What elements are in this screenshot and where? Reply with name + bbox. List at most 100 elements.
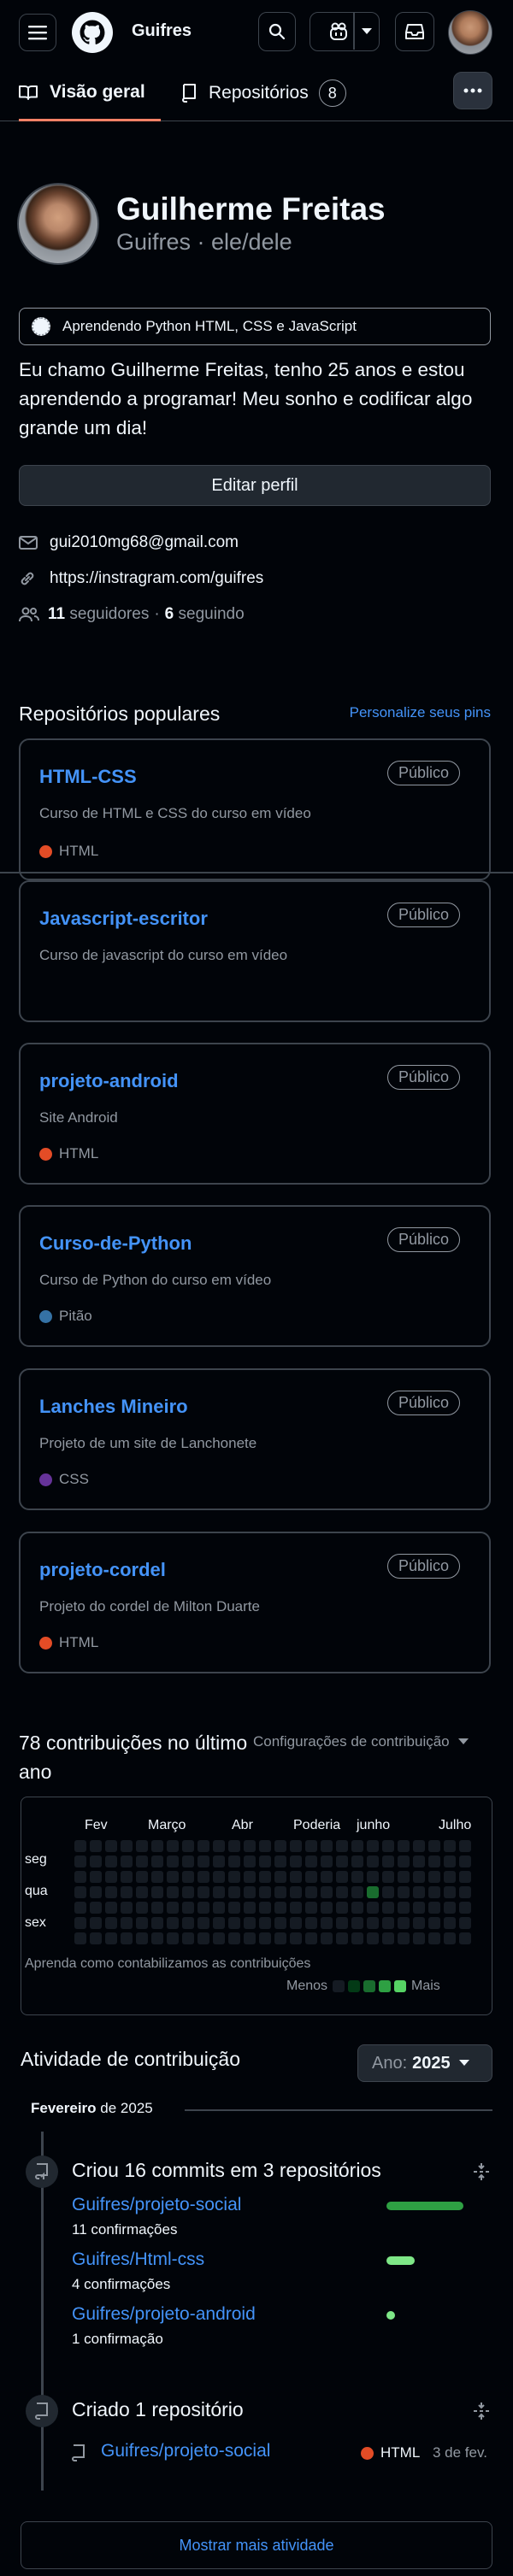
contribution-cell[interactable]	[244, 1917, 256, 1929]
contribution-cell[interactable]	[74, 1917, 86, 1929]
repo-name[interactable]: HTML-CSS	[39, 766, 137, 788]
repo-name[interactable]: projeto-cordel	[39, 1559, 166, 1581]
repo-name[interactable]: Javascript-escritor	[39, 908, 208, 930]
contribution-cell[interactable]	[167, 1856, 179, 1867]
contribution-cell[interactable]	[228, 1917, 240, 1929]
contribution-cell[interactable]	[136, 1932, 148, 1944]
following-link[interactable]: 6 seguindo	[165, 605, 245, 624]
contribution-cell[interactable]	[228, 1886, 240, 1898]
tab-repositories[interactable]: Repositórios 8	[181, 65, 346, 121]
commit-repo-link[interactable]: Guifres/Html-css	[72, 2250, 204, 2270]
contribution-cell[interactable]	[121, 1886, 133, 1898]
contribution-cell[interactable]	[321, 1917, 333, 1929]
contribution-cell[interactable]	[151, 1840, 163, 1852]
contribution-cell[interactable]	[351, 1871, 363, 1883]
contribution-cell[interactable]	[305, 1917, 317, 1929]
contribution-cell[interactable]	[213, 1917, 225, 1929]
contribution-cell[interactable]	[182, 1886, 194, 1898]
contribution-cell[interactable]	[444, 1917, 456, 1929]
contribution-cell[interactable]	[121, 1917, 133, 1929]
contribution-cell[interactable]	[413, 1871, 425, 1883]
contribution-cell[interactable]	[351, 1902, 363, 1914]
pinned-repo-card[interactable]: projeto-android Público Site Android HTM…	[19, 1043, 491, 1185]
contribution-cell[interactable]	[136, 1871, 148, 1883]
contribution-cell[interactable]	[444, 1932, 456, 1944]
contribution-cell[interactable]	[305, 1871, 317, 1883]
contribution-cell[interactable]	[182, 1917, 194, 1929]
more-tabs-button[interactable]	[453, 72, 492, 109]
contribution-cell[interactable]	[274, 1932, 286, 1944]
contribution-cell[interactable]	[336, 1856, 348, 1867]
customize-pins-link[interactable]: Personalize seus pins	[350, 704, 491, 721]
contribution-cell[interactable]	[413, 1917, 425, 1929]
contribution-cell[interactable]	[428, 1917, 440, 1929]
pinned-repo-card[interactable]: Lanches Mineiro Público Projeto de um si…	[19, 1368, 491, 1510]
contribution-cell[interactable]	[90, 1856, 102, 1867]
repo-name[interactable]: Curso-de-Python	[39, 1232, 192, 1255]
inbox-button[interactable]	[395, 12, 434, 51]
contribution-settings-button[interactable]: Configurações de contribuição	[253, 1733, 469, 1750]
contribution-cell[interactable]	[367, 1917, 379, 1929]
profile-avatar[interactable]	[17, 183, 99, 265]
created-repo-link[interactable]: Guifres/projeto-social	[101, 2441, 270, 2461]
contribution-cell[interactable]	[121, 1902, 133, 1914]
contribution-cell[interactable]	[151, 1871, 163, 1883]
contribution-cell[interactable]	[336, 1932, 348, 1944]
contribution-cell[interactable]	[459, 1932, 471, 1944]
contribution-cell[interactable]	[198, 1840, 209, 1852]
contribution-cell[interactable]	[182, 1856, 194, 1867]
contribution-cell[interactable]	[351, 1932, 363, 1944]
contribution-cell[interactable]	[382, 1840, 394, 1852]
contribution-cell[interactable]	[459, 1886, 471, 1898]
contribution-cell[interactable]	[244, 1871, 256, 1883]
contribution-cell[interactable]	[382, 1856, 394, 1867]
contribution-cell[interactable]	[398, 1856, 410, 1867]
contribution-cell[interactable]	[336, 1840, 348, 1852]
contribution-cell[interactable]	[274, 1856, 286, 1867]
contribution-cell[interactable]	[244, 1856, 256, 1867]
contribution-cell[interactable]	[367, 1886, 379, 1898]
contribution-cell[interactable]	[213, 1886, 225, 1898]
contribution-cell[interactable]	[151, 1917, 163, 1929]
contribution-cell[interactable]	[321, 1932, 333, 1944]
collapse-created-button[interactable]	[472, 2402, 491, 2425]
followers-link[interactable]: 11 seguidores	[48, 605, 149, 624]
contribution-cell[interactable]	[90, 1840, 102, 1852]
contribution-cell[interactable]	[121, 1871, 133, 1883]
contribution-cell[interactable]	[198, 1902, 209, 1914]
contribution-cell[interactable]	[136, 1917, 148, 1929]
contribution-cell[interactable]	[321, 1840, 333, 1852]
contribution-cell[interactable]	[428, 1871, 440, 1883]
contribution-cell[interactable]	[428, 1856, 440, 1867]
profile-website[interactable]: https://instragram.com/guifres	[19, 569, 263, 588]
contribution-cell[interactable]	[244, 1886, 256, 1898]
contribution-cell[interactable]	[259, 1932, 271, 1944]
show-more-activity-button[interactable]: Mostrar mais atividade	[21, 2521, 492, 2569]
contribution-cell[interactable]	[336, 1886, 348, 1898]
contribution-cell[interactable]	[290, 1902, 302, 1914]
contribution-cell[interactable]	[182, 1932, 194, 1944]
contribution-cell[interactable]	[167, 1840, 179, 1852]
contribution-cell[interactable]	[213, 1902, 225, 1914]
contribution-cell[interactable]	[290, 1886, 302, 1898]
contribution-cell[interactable]	[336, 1871, 348, 1883]
pinned-repo-card[interactable]: HTML-CSS Público Curso de HTML e CSS do …	[19, 738, 491, 880]
contribution-cell[interactable]	[351, 1856, 363, 1867]
contribution-cell[interactable]	[105, 1871, 117, 1883]
search-button[interactable]	[258, 12, 296, 51]
contribution-cell[interactable]	[244, 1902, 256, 1914]
contribution-cell[interactable]	[444, 1871, 456, 1883]
contribution-cell[interactable]	[105, 1856, 117, 1867]
contribution-cell[interactable]	[182, 1871, 194, 1883]
contribution-cell[interactable]	[428, 1840, 440, 1852]
contribution-cell[interactable]	[167, 1886, 179, 1898]
contribution-cell[interactable]	[228, 1902, 240, 1914]
contribution-cell[interactable]	[259, 1902, 271, 1914]
contribution-cell[interactable]	[198, 1871, 209, 1883]
contribution-cell[interactable]	[321, 1902, 333, 1914]
contribution-cell[interactable]	[459, 1840, 471, 1852]
contribution-cell[interactable]	[74, 1871, 86, 1883]
contribution-cell[interactable]	[198, 1886, 209, 1898]
contribution-cell[interactable]	[167, 1902, 179, 1914]
contribution-cell[interactable]	[121, 1840, 133, 1852]
